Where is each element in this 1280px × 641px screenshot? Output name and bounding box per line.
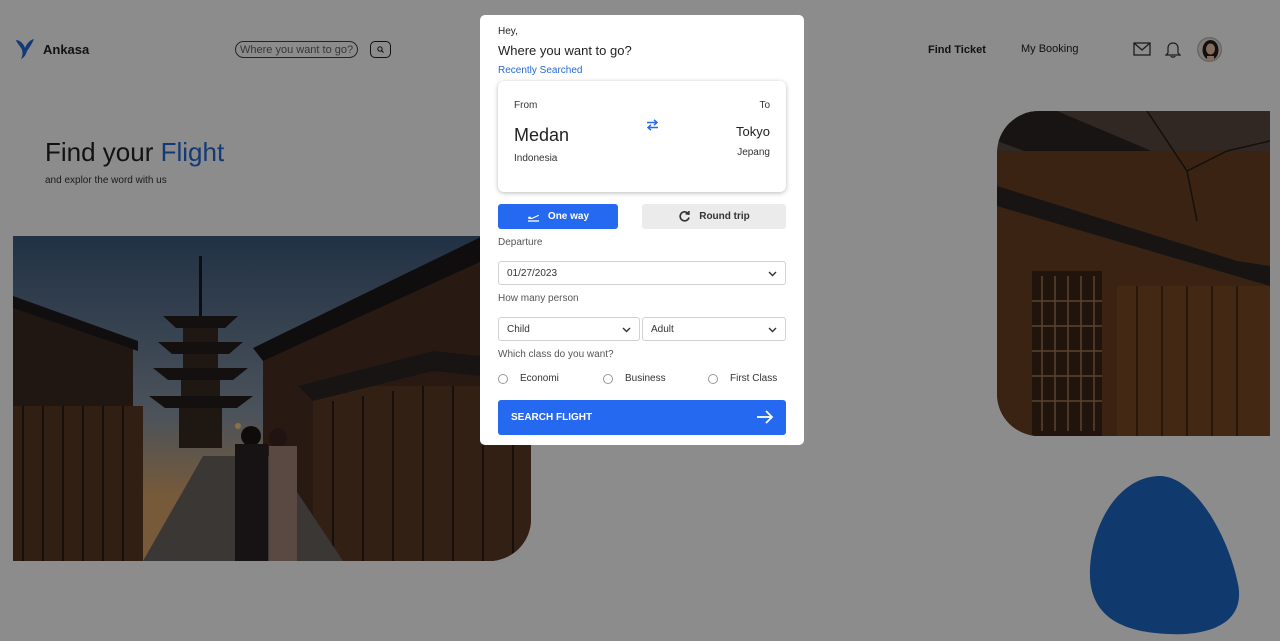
- modal-greeting: Hey,: [498, 26, 518, 37]
- search-flight-modal: Hey, Where you want to go? Recently Sear…: [480, 15, 804, 445]
- child-select[interactable]: Child: [498, 317, 640, 341]
- one-way-label: One way: [547, 211, 590, 222]
- search-flight-label: SEARCH FLIGHT: [511, 412, 593, 423]
- radio-circle[interactable]: [708, 373, 718, 384]
- class-label: Which class do you want?: [498, 349, 614, 360]
- to-country: Jepang: [737, 147, 770, 158]
- refresh-icon: [679, 210, 691, 222]
- plane-takeoff-icon: [527, 214, 539, 222]
- class-radio-group: Economi Business First Class: [498, 373, 786, 389]
- search-flight-button[interactable]: SEARCH FLIGHT: [498, 400, 786, 435]
- radio-circle[interactable]: [603, 373, 613, 384]
- arrow-right-icon: [757, 410, 774, 424]
- class-option-economi[interactable]: Economi: [498, 373, 559, 384]
- chevron-down-icon: [768, 271, 777, 277]
- to-label: To: [759, 100, 770, 111]
- swap-icon[interactable]: [646, 119, 659, 131]
- class-option-first-class[interactable]: First Class: [708, 373, 777, 384]
- round-trip-label: Round trip: [699, 211, 750, 222]
- chevron-down-icon: [622, 327, 631, 333]
- class-option-label: Business: [625, 373, 666, 384]
- person-label: How many person: [498, 293, 579, 304]
- class-option-label: Economi: [520, 373, 559, 384]
- from-city[interactable]: Medan: [514, 125, 569, 146]
- route-card: From To Medan Tokyo Indonesia Jepang: [498, 81, 786, 192]
- departure-label: Departure: [498, 237, 543, 248]
- from-label: From: [514, 100, 538, 111]
- to-city[interactable]: Tokyo: [736, 124, 770, 139]
- round-trip-button[interactable]: Round trip: [642, 204, 786, 229]
- from-country: Indonesia: [514, 153, 558, 164]
- recently-searched-link[interactable]: Recently Searched: [498, 65, 583, 76]
- chevron-down-icon: [768, 327, 777, 333]
- adult-value: Adult: [651, 323, 674, 335]
- page: Ankasa Find Ticket My Booking Find your …: [0, 0, 1280, 641]
- class-option-business[interactable]: Business: [603, 373, 666, 384]
- modal-question: Where you want to go?: [498, 43, 632, 58]
- departure-date-value: 01/27/2023: [507, 267, 558, 279]
- one-way-button[interactable]: One way: [498, 204, 618, 229]
- departure-date-select[interactable]: 01/27/2023: [498, 261, 786, 285]
- child-value: Child: [507, 323, 530, 335]
- adult-select[interactable]: Adult: [642, 317, 786, 341]
- radio-circle[interactable]: [498, 373, 508, 384]
- class-option-label: First Class: [730, 373, 778, 384]
